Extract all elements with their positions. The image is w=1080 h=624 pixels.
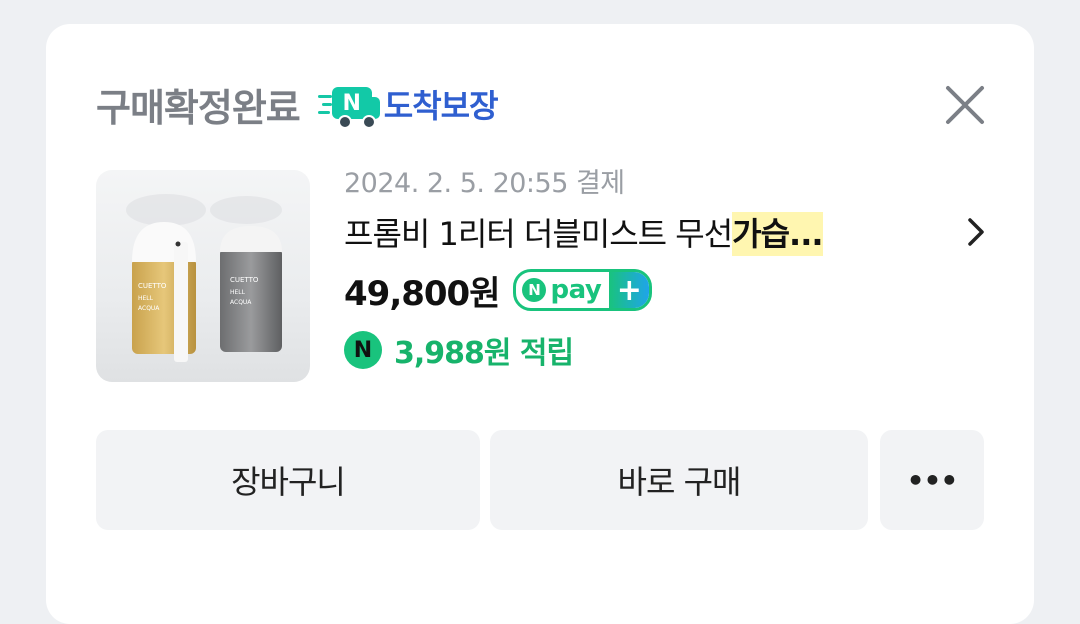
- chevron-right-icon[interactable]: [964, 212, 988, 252]
- humidifier-image: CUETTO HELL ACQUA CUETTO HELL ACQUA: [126, 194, 282, 362]
- close-icon[interactable]: [942, 82, 988, 128]
- product-name-highlight: 가습...: [732, 212, 824, 256]
- product-name: 프롬비 1리터 더블미스트 무선: [344, 215, 733, 253]
- truck-n-logo: N: [342, 90, 361, 116]
- npay-label: pay: [550, 275, 602, 305]
- right-sub2-label: ACQUA: [230, 299, 252, 306]
- npay-plus-badge: N pay +: [513, 269, 653, 311]
- left-brand-label: CUETTO: [138, 282, 167, 290]
- more-options-button[interactable]: •••: [880, 430, 984, 530]
- product-info: 2024. 2. 5. 20:55 결제 프롬비 1리터 더블미스트 무선 가습.…: [344, 164, 984, 372]
- reward-row: N 3,988원 적립: [344, 328, 984, 372]
- npoint-icon: N: [344, 331, 382, 369]
- order-card: 구매확정완료 N 도착보장 CUETTO HELL ACQUA CUETTO H…: [46, 24, 1034, 624]
- order-header: 구매확정완료 N 도착보장: [96, 76, 499, 132]
- plus-icon: +: [609, 272, 650, 308]
- left-sub2-label: ACQUA: [138, 305, 160, 312]
- order-status: 구매확정완료: [96, 85, 301, 130]
- product-name-link[interactable]: 프롬비 1리터 더블미스트 무선 가습...: [344, 212, 984, 256]
- price-row: 49,800원 N pay +: [344, 268, 984, 314]
- payment-date: 2024. 2. 5. 20:55 결제: [344, 168, 625, 199]
- product-price: 49,800원: [344, 273, 500, 314]
- right-brand-label: CUETTO: [230, 276, 259, 284]
- add-to-cart-button[interactable]: 장바구니: [96, 430, 480, 530]
- product-thumbnail[interactable]: CUETTO HELL ACQUA CUETTO HELL ACQUA: [96, 170, 310, 382]
- delivery-guarantee-label: 도착보장: [383, 87, 499, 125]
- reward-points: 3,988원 적립: [394, 336, 574, 371]
- right-sub-label: HELL: [230, 289, 246, 296]
- left-sub-label: HELL: [138, 295, 154, 302]
- buy-now-button[interactable]: 바로 구매: [490, 430, 868, 530]
- npay-n-icon: N: [522, 278, 547, 302]
- delivery-guarantee-badge: N 도착보장: [317, 81, 499, 129]
- delivery-truck-icon: N: [317, 83, 380, 129]
